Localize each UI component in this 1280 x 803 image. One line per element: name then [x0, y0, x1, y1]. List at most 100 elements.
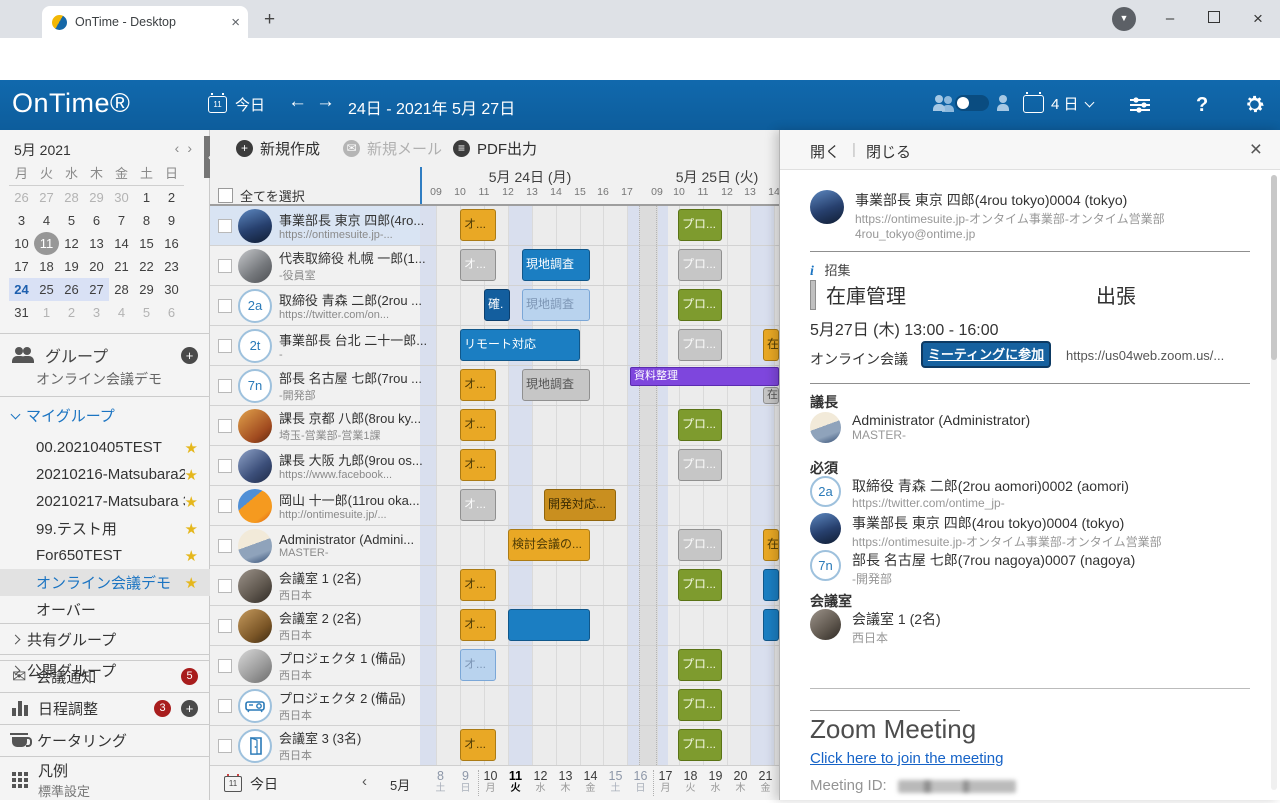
- table-row[interactable]: 岡山 十一郎(11rou oka...http://ontimesuite.jp…: [210, 486, 779, 526]
- table-row[interactable]: 事業部長 東京 四郎(4ro...https://ontimesuite.jp-…: [210, 206, 779, 246]
- user-name-cell[interactable]: 会議室 1 (2名)西日本: [210, 566, 420, 605]
- mini-calendar-day[interactable]: 16: [159, 232, 184, 255]
- mini-calendar-day[interactable]: 8: [134, 209, 159, 232]
- favorite-star-icon[interactable]: ★: [185, 574, 198, 592]
- table-row[interactable]: Administrator (Admini...MASTER-検討会議の...プ…: [210, 526, 779, 566]
- table-row[interactable]: 課長 大阪 九郎(9rou os...https://www.facebook.…: [210, 446, 779, 486]
- mini-calendar-day[interactable]: 20: [84, 255, 109, 278]
- user-name-cell[interactable]: 岡山 十一郎(11rou oka...http://ontimesuite.jp…: [210, 486, 420, 525]
- row-checkbox[interactable]: [218, 579, 232, 593]
- mini-calendar-day[interactable]: 26: [9, 186, 34, 209]
- bottom-date-item[interactable]: 21金: [753, 769, 778, 795]
- mini-calendar-day[interactable]: 23: [159, 255, 184, 278]
- bottom-date-item[interactable]: 19水: [703, 769, 728, 795]
- row-checkbox[interactable]: [218, 539, 232, 553]
- favorite-star-icon[interactable]: ★: [185, 466, 198, 484]
- mini-calendar-day[interactable]: 12: [59, 232, 84, 255]
- mini-calendar-day[interactable]: 2: [159, 186, 184, 209]
- event-block[interactable]: プロ...: [678, 329, 722, 361]
- event-block[interactable]: 検討会議の...: [508, 529, 590, 561]
- event-block[interactable]: 開発対応...: [544, 489, 616, 521]
- single-person-icon[interactable]: [997, 95, 1011, 111]
- my-groups-header[interactable]: マイグループ: [0, 396, 210, 434]
- tab-close-icon[interactable]: ×: [231, 15, 240, 30]
- group-people-icon[interactable]: [933, 95, 947, 111]
- today-button[interactable]: 11 今日: [208, 94, 265, 115]
- user-name-cell[interactable]: 課長 大阪 九郎(9rou os...https://www.facebook.…: [210, 446, 420, 485]
- event-block[interactable]: オ...: [460, 609, 496, 641]
- event-block[interactable]: オ...: [460, 449, 496, 481]
- event-block[interactable]: [508, 609, 590, 641]
- help-button[interactable]: ?: [1196, 94, 1208, 117]
- mini-calendar-day[interactable]: 28: [109, 278, 134, 301]
- sidebar-group-item[interactable]: For650TEST★: [0, 542, 210, 569]
- row-checkbox[interactable]: [218, 419, 232, 433]
- mini-calendar-day[interactable]: 9: [159, 209, 184, 232]
- zoom-join-link[interactable]: Click here to join the meeting: [810, 750, 1003, 767]
- sidebar-action-3[interactable]: ケータリング: [0, 724, 210, 756]
- row-checkbox[interactable]: [218, 339, 232, 353]
- row-checkbox[interactable]: [218, 459, 232, 473]
- row-checkbox[interactable]: [218, 499, 232, 513]
- bottom-date-item[interactable]: 14金: [578, 769, 603, 795]
- bottom-date-item[interactable]: 17月: [653, 769, 678, 795]
- user-name-cell[interactable]: 2a取締役 青森 二郎(2rou ...https://twitter.com/…: [210, 286, 420, 325]
- table-row[interactable]: プロジェクタ 1 (備品)西日本オ...プロ...: [210, 646, 779, 686]
- row-checkbox[interactable]: [218, 739, 232, 753]
- mini-calendar-next-icon[interactable]: ›: [183, 140, 196, 160]
- event-block[interactable]: プロ...: [678, 529, 722, 561]
- add-group-button[interactable]: +: [181, 347, 198, 364]
- window-maximize-button[interactable]: [1192, 0, 1236, 38]
- mini-calendar-day[interactable]: 3: [9, 209, 34, 232]
- event-block[interactable]: オ...: [460, 729, 496, 761]
- mini-calendar-day[interactable]: 3: [84, 301, 109, 324]
- sidebar-group-item[interactable]: オーバー: [0, 596, 210, 623]
- window-close-button[interactable]: ×: [1236, 0, 1280, 38]
- mini-calendar-day[interactable]: 5: [134, 301, 159, 324]
- mini-calendar-day[interactable]: 11: [34, 232, 59, 255]
- event-block[interactable]: [763, 569, 779, 601]
- event-block[interactable]: プロ...: [678, 209, 722, 241]
- user-name-cell[interactable]: 代表取締役 札幌 一郎(1...-役員室: [210, 246, 420, 285]
- event-block[interactable]: 確.: [484, 289, 510, 321]
- prev-period-button[interactable]: ←: [288, 91, 307, 113]
- mini-calendar-day[interactable]: 28: [59, 186, 84, 209]
- bottom-date-item[interactable]: 10月: [478, 769, 503, 795]
- event-block[interactable]: プロ...: [678, 249, 722, 281]
- event-block[interactable]: リモート対応: [460, 329, 580, 361]
- bottom-date-item[interactable]: 12水: [528, 769, 553, 795]
- mini-calendar-day[interactable]: 31: [9, 301, 34, 324]
- mini-calendar-prev-icon[interactable]: ‹: [171, 140, 184, 160]
- event-block[interactable]: オ...: [460, 409, 496, 441]
- user-name-cell[interactable]: 課長 京都 八郎(8rou ky...埼玉-営業部-営業1課: [210, 406, 420, 445]
- event-block[interactable]: 現地調査: [522, 369, 590, 401]
- mini-calendar-day[interactable]: 2: [59, 301, 84, 324]
- bottom-date-item[interactable]: 18火: [678, 769, 703, 795]
- window-minimize-button[interactable]: –: [1148, 0, 1192, 38]
- mini-calendar-day[interactable]: 24: [9, 278, 34, 301]
- sidebar-group-item[interactable]: 20210216-Matsubara2★: [0, 461, 210, 488]
- event-block[interactable]: プロ...: [678, 649, 722, 681]
- bottom-date-item[interactable]: 16日: [628, 769, 653, 795]
- event-block[interactable]: 現地調査: [522, 289, 590, 321]
- new-tab-button[interactable]: +: [264, 9, 275, 31]
- table-row[interactable]: 7n部長 名古屋 七郎(7rou ...-開発部オ...現地調査資料整理在: [210, 366, 779, 406]
- panel-scrollbar[interactable]: [1271, 175, 1277, 790]
- settings-sliders-icon[interactable]: [1130, 97, 1150, 113]
- bottom-date-item[interactable]: 15土: [603, 769, 628, 795]
- table-row[interactable]: 2t事業部長 台北 二十一郎...-リモート対応プロ...在: [210, 326, 779, 366]
- mini-calendar-day[interactable]: 1: [134, 186, 159, 209]
- event-block[interactable]: プロ...: [678, 689, 722, 721]
- user-name-cell[interactable]: 会議室 2 (2名)西日本: [210, 606, 420, 645]
- user-name-cell[interactable]: プロジェクタ 2 (備品)西日本: [210, 686, 420, 725]
- favorite-star-icon[interactable]: ★: [185, 493, 198, 511]
- browser-update-icon[interactable]: ▼: [1112, 7, 1136, 31]
- row-checkbox[interactable]: [218, 219, 232, 233]
- sidebar-group-item[interactable]: 20210217-Matsubara 3★: [0, 488, 210, 515]
- mini-calendar-day[interactable]: 18: [34, 255, 59, 278]
- mini-calendar-day[interactable]: 25: [34, 278, 59, 301]
- user-name-cell[interactable]: 会議室 3 (3名)西日本: [210, 726, 420, 765]
- event-block[interactable]: プロ...: [678, 409, 722, 441]
- table-row[interactable]: プロジェクタ 2 (備品)西日本 プロ...: [210, 686, 779, 726]
- user-name-cell[interactable]: プロジェクタ 1 (備品)西日本: [210, 646, 420, 685]
